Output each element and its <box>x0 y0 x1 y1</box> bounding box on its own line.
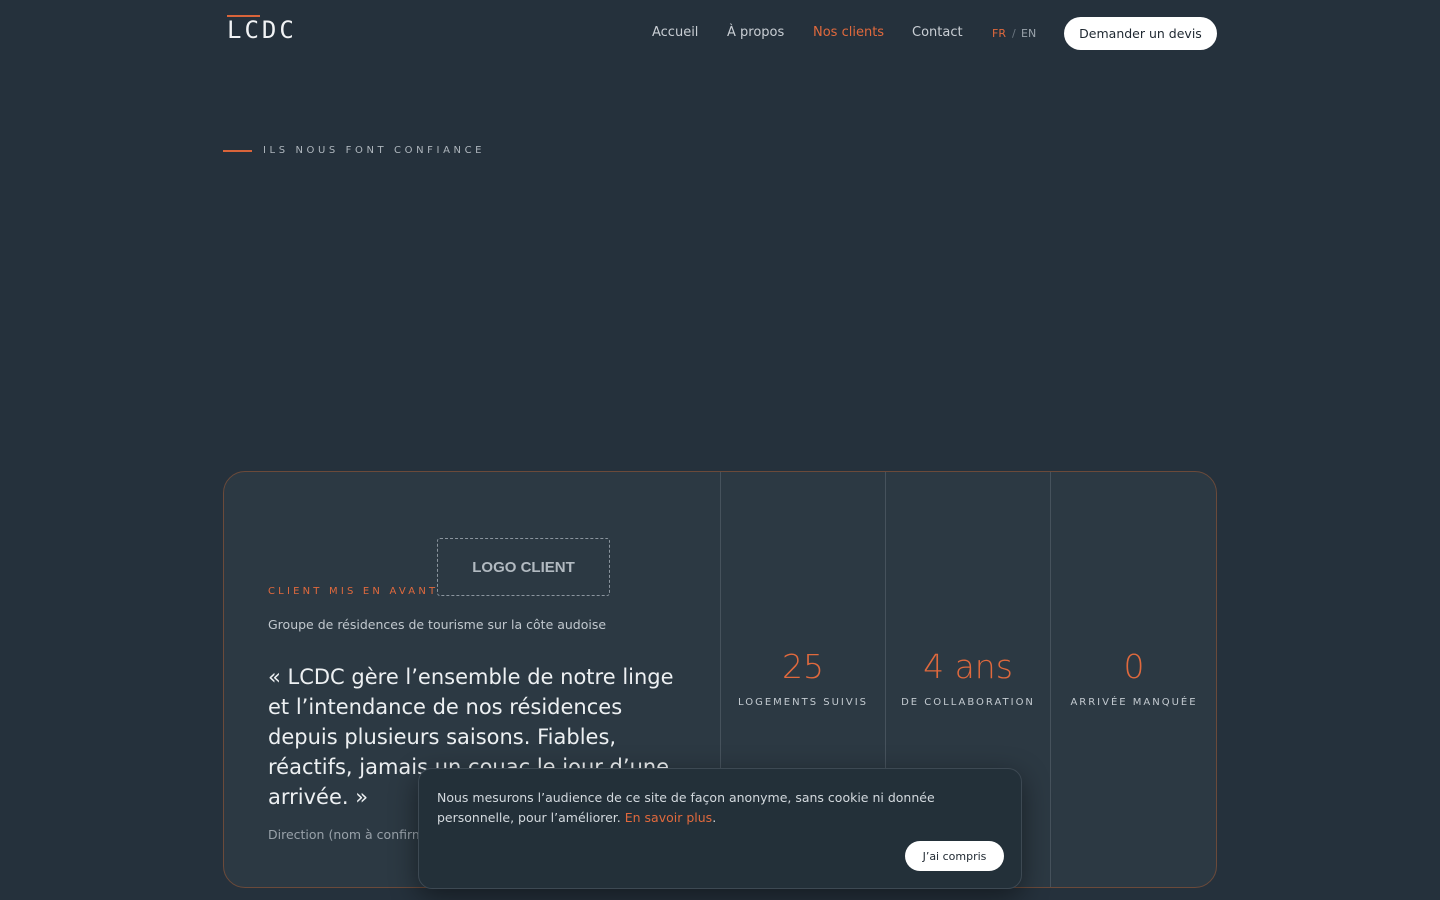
nav-accueil[interactable]: Accueil <box>652 25 698 40</box>
stat-label: ARRIVÉE MANQUÉE <box>1070 697 1198 708</box>
site-header: LCDC Accueil À propos Nos clients Contac… <box>0 0 1440 68</box>
site-logo[interactable]: LCDC <box>227 16 297 44</box>
stat-housing: 25 LOGEMENTS SUIVIS <box>721 646 885 708</box>
stat-label: LOGEMENTS SUIVIS <box>738 697 868 708</box>
stat-missed-arrivals: 0 ARRIVÉE MANQUÉE <box>1051 646 1216 708</box>
nav-nos-clients[interactable]: Nos clients <box>813 25 884 40</box>
cookie-accept-button[interactable]: J’ai compris <box>905 841 1004 871</box>
quote-author: Direction (nom à confirmer) <box>268 827 442 842</box>
section-accent-line <box>223 150 252 152</box>
section-label: ILS NOUS FONT CONFIANCE <box>263 145 486 156</box>
request-quote-button[interactable]: Demander un devis <box>1064 17 1217 50</box>
client-logo-placeholder: LOGO CLIENT <box>437 538 610 596</box>
lang-fr[interactable]: FR <box>992 27 1006 40</box>
nav-contact[interactable]: Contact <box>912 25 963 40</box>
stat-value: 0 <box>1123 647 1145 686</box>
cookie-message: Nous mesurons l’audience de ce site de f… <box>437 788 1007 828</box>
stat-label: DE COLLABORATION <box>901 697 1035 708</box>
lang-separator: / <box>1012 27 1016 40</box>
stat-value: 4 ans <box>923 647 1013 686</box>
cookie-learn-more-link[interactable]: En savoir plus <box>625 810 712 825</box>
stat-value: 25 <box>782 647 824 686</box>
lang-en[interactable]: EN <box>1021 27 1036 40</box>
nav-a-propos[interactable]: À propos <box>727 25 784 40</box>
cookie-banner: Nous mesurons l’audience de ce site de f… <box>418 768 1022 889</box>
featured-client-label: CLIENT MIS EN AVANT <box>268 586 439 597</box>
stat-collaboration: 4 ans DE COLLABORATION <box>886 646 1050 708</box>
client-description: Groupe de résidences de tourisme sur la … <box>268 617 607 632</box>
cookie-period: . <box>712 810 717 825</box>
